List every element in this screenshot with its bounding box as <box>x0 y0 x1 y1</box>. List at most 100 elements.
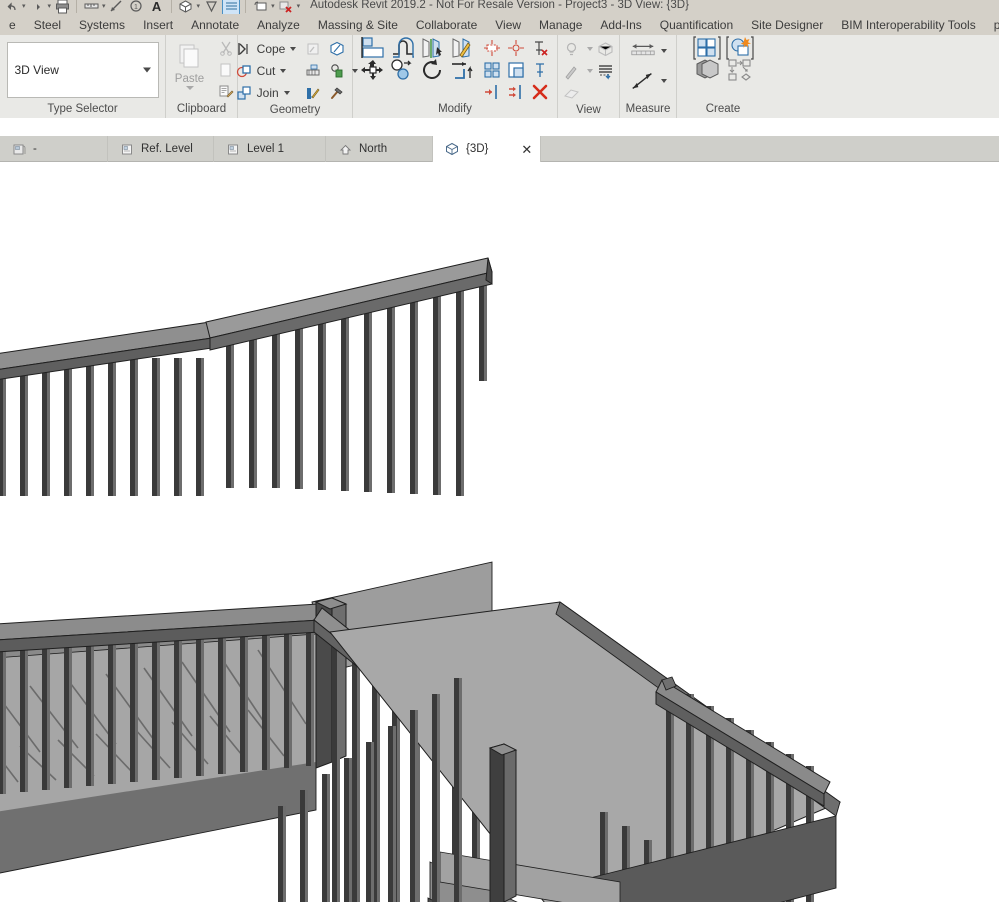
panel-type-selector: 3D View Type Selector <box>0 35 166 118</box>
create-assembly-icon[interactable] <box>726 59 754 81</box>
create-similar-icon[interactable] <box>692 36 721 60</box>
reveal-hidden-elements-icon[interactable] <box>561 39 583 59</box>
ribbon-tab-manage[interactable]: Manage <box>530 14 591 35</box>
mirror-draw-axis-icon[interactable] <box>449 38 477 58</box>
geometry-row-1 <box>302 39 358 59</box>
svg-text:1: 1 <box>134 4 138 11</box>
linework-icon[interactable] <box>561 83 583 103</box>
view-tab-bar[interactable]: - Ref. Level Level 1 North {3D} ✕ <box>0 136 999 162</box>
cut-dropdown-caret[interactable] <box>280 69 287 73</box>
ribbon-spacer <box>769 35 999 118</box>
view-tab-sheet[interactable]: - <box>0 136 108 162</box>
reveal-hidden-dropdown-caret[interactable] <box>586 47 593 51</box>
ribbon-tab-view[interactable]: View <box>486 14 530 35</box>
quick-access-toolbar[interactable]: ▾ ▾ ▾ 1 A ▾ ▾ ▾ <box>0 0 300 14</box>
unpin-icon[interactable] <box>529 38 551 58</box>
measure-between-dropdown-caret[interactable] <box>661 49 667 53</box>
ribbon-tab-architecture[interactable]: e <box>0 14 25 35</box>
paint-icon[interactable] <box>302 39 324 59</box>
print-icon[interactable] <box>53 0 71 14</box>
section-icon[interactable] <box>202 0 220 14</box>
close-hidden-windows-icon[interactable] <box>251 0 269 14</box>
demolish-icon[interactable] <box>326 61 348 81</box>
redo-icon[interactable] <box>28 0 46 14</box>
array-icon[interactable] <box>481 60 503 80</box>
3d-view-icon <box>445 142 459 156</box>
measure-along-element-icon[interactable] <box>629 71 657 91</box>
measure-dropdown-caret[interactable]: ▾ <box>102 2 106 10</box>
hammer-icon[interactable] <box>326 83 348 103</box>
measure-between-references-icon[interactable] <box>629 41 657 61</box>
filters-icon[interactable] <box>595 61 617 81</box>
ribbon-tab-insert[interactable]: Insert <box>134 14 182 35</box>
ribbon-tab-massing-site[interactable]: Massing & Site <box>309 14 407 35</box>
qat-overflow-caret[interactable]: ▾ <box>297 2 301 10</box>
measure-icon[interactable] <box>82 0 100 14</box>
ribbon-tab-collaborate[interactable]: Collaborate <box>407 14 486 35</box>
thin-lines-icon[interactable] <box>222 0 241 14</box>
paste-button[interactable]: Paste <box>167 39 213 101</box>
ribbon-tab-site-designer[interactable]: Site Designer <box>742 14 832 35</box>
3d-model-viewport[interactable] <box>0 162 999 902</box>
default-3d-view-icon[interactable] <box>177 0 195 14</box>
split-with-gap-icon[interactable] <box>505 38 527 58</box>
wall-joins-icon[interactable] <box>302 61 324 81</box>
trim-multiple-elements-icon[interactable] <box>505 82 527 102</box>
move-icon[interactable] <box>359 60 387 80</box>
ribbon-tab-annotate[interactable]: Annotate <box>182 14 248 35</box>
ribbon-tab-add-ins[interactable]: Add-Ins <box>591 14 650 35</box>
delete-icon[interactable] <box>529 82 551 102</box>
hide-in-view-icon[interactable] <box>595 39 617 59</box>
redo-dropdown-caret[interactable]: ▾ <box>48 2 52 10</box>
view-tab-north[interactable]: North <box>326 136 433 162</box>
close-inactive-views-icon[interactable] <box>277 0 295 14</box>
ribbon-tab-pyrevit[interactable]: pyRevit <box>985 14 999 35</box>
cut-geometry-icon <box>234 61 254 81</box>
align-icon[interactable] <box>359 37 387 58</box>
cope-button[interactable]: Cope <box>232 39 299 59</box>
offset-icon[interactable] <box>389 37 417 58</box>
type-selector-combobox[interactable]: 3D View <box>6 41 159 98</box>
view-tab-ref-level[interactable]: Ref. Level <box>108 136 214 162</box>
join-button[interactable]: Join <box>232 83 299 103</box>
view-tab-3d[interactable]: {3D} ✕ <box>433 136 541 162</box>
copy-icon[interactable] <box>389 59 417 80</box>
override-graphics-icon[interactable] <box>561 61 583 81</box>
tag-icon[interactable]: 1 <box>128 0 146 14</box>
override-graphics-dropdown-caret[interactable] <box>586 69 593 73</box>
paste-dropdown-caret[interactable] <box>185 85 194 90</box>
ribbon-tab-systems[interactable]: Systems <box>70 14 134 35</box>
cut-button[interactable]: Cut <box>232 61 299 81</box>
undo-icon[interactable] <box>2 0 20 14</box>
floor-plan-icon <box>226 142 240 156</box>
aligned-dimension-icon[interactable] <box>108 0 126 14</box>
ribbon-tab-analyze[interactable]: Analyze <box>248 14 309 35</box>
cope-dropdown-caret[interactable] <box>290 47 297 51</box>
mirror-pick-axis-icon[interactable] <box>419 38 447 58</box>
create-part-icon[interactable] <box>725 36 754 60</box>
rotate-icon[interactable] <box>419 59 447 80</box>
trim-single-element-icon[interactable] <box>481 82 503 102</box>
trim-extend-icon[interactable] <box>449 60 477 80</box>
beam-cutback-icon[interactable] <box>302 83 324 103</box>
split-face-icon[interactable] <box>326 39 348 59</box>
windows-dropdown-caret[interactable]: ▾ <box>271 2 275 10</box>
undo-dropdown-caret[interactable]: ▾ <box>22 2 26 10</box>
ribbon-tab-strip[interactable]: e Steel Systems Insert Annotate Analyze … <box>0 14 999 35</box>
close-icon[interactable]: ✕ <box>521 143 532 156</box>
ribbon-tab-quantification[interactable]: Quantification <box>651 14 742 35</box>
chevron-down-icon[interactable] <box>142 67 151 72</box>
measure-along-dropdown-caret[interactable] <box>661 79 667 83</box>
split-element-icon[interactable] <box>481 38 503 58</box>
create-group-icon[interactable] <box>693 59 721 80</box>
view-tab-level-1[interactable]: Level 1 <box>214 136 326 162</box>
text-icon[interactable]: A <box>148 0 166 14</box>
3d-view-dropdown-caret[interactable]: ▾ <box>197 2 201 10</box>
paste-icon <box>179 44 198 67</box>
join-dropdown-caret[interactable] <box>283 91 290 95</box>
ribbon-tab-bim-interoperability-tools[interactable]: BIM Interoperability Tools <box>832 14 985 35</box>
scale-icon[interactable] <box>505 60 527 80</box>
pin-icon[interactable] <box>529 60 551 80</box>
view-buttons <box>561 39 617 103</box>
ribbon-tab-steel[interactable]: Steel <box>25 14 70 35</box>
